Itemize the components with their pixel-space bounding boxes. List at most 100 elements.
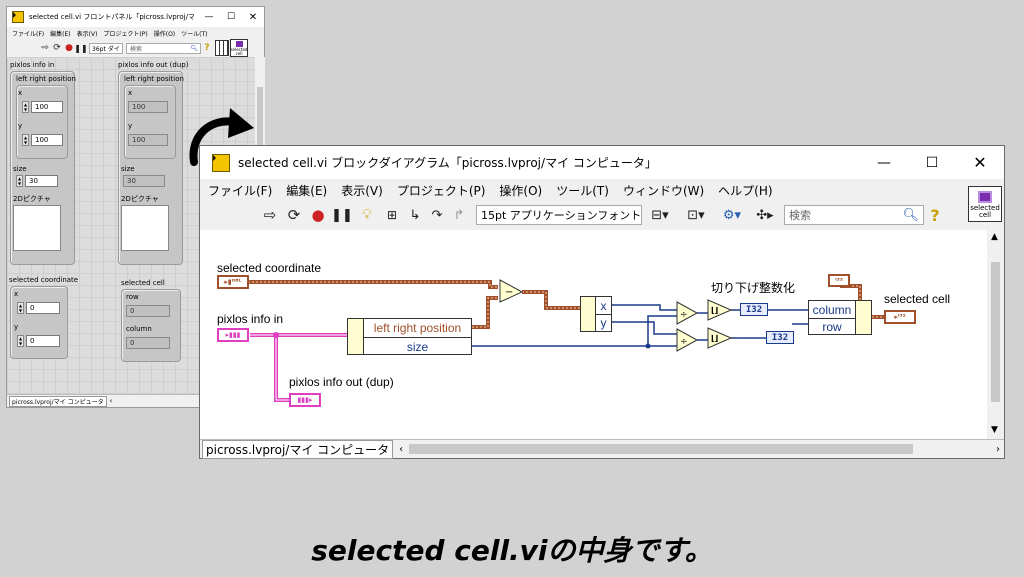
sc-x-field[interactable]: 0 <box>26 302 60 314</box>
y-element: y <box>600 316 607 330</box>
bd-menubar: ファイル(F) 編集(E) 表示(V) プロジェクト(P) 操作(O) ツール(… <box>200 179 1004 202</box>
retain-wire-values-icon[interactable]: ⊞ <box>380 208 404 222</box>
scroll-down-icon[interactable]: ▼ <box>991 425 998 435</box>
search-icon[interactable]: 🔍︎ <box>902 208 919 223</box>
search-icon[interactable]: 🔍︎ <box>190 45 198 52</box>
bd-window-title: selected cell.vi ブロックダイアグラム「picross.lvpr… <box>238 156 657 170</box>
maximize-button[interactable]: ☐ <box>220 12 242 23</box>
scroll-right-icon[interactable]: › <box>996 444 1000 455</box>
bd-statusbar: picross.lvproj/マイ コンピュータ ‹ › <box>200 439 1004 459</box>
wire-size-to-div1 <box>647 315 677 346</box>
minimize-button[interactable]: — <box>198 12 220 23</box>
run-continuously-icon[interactable]: ⟳ <box>282 206 306 224</box>
bundle-cell-node[interactable]: column row <box>808 300 872 335</box>
minimize-button[interactable]: — <box>860 153 908 172</box>
fp-titlebar[interactable]: selected cell.vi フロントパネル「picross.lvproj/… <box>7 7 264 27</box>
to-i32-node-1[interactable]: I32 <box>740 303 768 316</box>
menu-tools[interactable]: ツール(T) <box>181 29 207 38</box>
highlight-execution-icon[interactable]: 💡︎ <box>354 207 380 223</box>
fp-scroll-left-icon[interactable]: ‹ <box>110 397 113 405</box>
close-button[interactable]: ✕ <box>242 12 264 23</box>
size-out-indicator: 30 <box>123 175 165 187</box>
picture-in-box[interactable] <box>13 205 61 251</box>
y-in-field[interactable]: 100 <box>31 134 63 146</box>
fp-search-input[interactable]: 検索 🔍︎ <box>126 42 201 54</box>
x-out-indicator: 100 <box>128 101 168 113</box>
menu-operate[interactable]: 操作(O) <box>154 29 175 38</box>
bd-vi-icon[interactable]: selected cell <box>968 186 1002 222</box>
run-continuously-icon[interactable]: ⟳ <box>51 43 63 53</box>
sc-y-field[interactable]: 0 <box>26 335 60 347</box>
abort-icon[interactable]: ● <box>63 43 75 53</box>
selected-coordinate-terminal[interactable]: ▸▮ᴰᴮᴸ <box>217 275 249 289</box>
pixlos-in-label: pixlos info in <box>10 61 55 69</box>
run-arrow-icon[interactable]: ⇨ <box>39 43 51 53</box>
pixlos-out-label: pixlos info out (dup) <box>118 61 189 69</box>
menu-file[interactable]: ファイル(F) <box>12 29 44 38</box>
align-objects-icon[interactable]: ⊟▾ <box>642 208 678 223</box>
menu-operate[interactable]: 操作(O) <box>499 182 542 199</box>
column-label: column <box>126 325 152 333</box>
bd-vscroll-thumb[interactable] <box>991 262 1000 402</box>
fp-font-combo[interactable]: 36pt ダイ <box>89 42 123 54</box>
pause-icon[interactable]: ❚❚ <box>74 44 87 53</box>
bd-search-input[interactable]: 検索 🔍︎ <box>784 205 924 225</box>
menu-view[interactable]: 表示(V) <box>77 29 98 38</box>
size-in-label: size <box>13 165 27 173</box>
menu-tools[interactable]: ツール(T) <box>556 182 609 199</box>
cell-constant-terminal[interactable]: ᴵ³² <box>828 274 850 287</box>
lrp-in-label: left right position <box>16 75 76 83</box>
maximize-button[interactable]: ☐ <box>908 153 956 172</box>
scroll-up-icon[interactable]: ▲ <box>991 232 998 242</box>
abort-icon[interactable]: ● <box>306 206 330 224</box>
selected-coordinate-label: selected coordinate <box>217 261 322 275</box>
bd-canvas[interactable]: − ÷ ÷ ⌊⌋ ⌊⌋ selected coordinate ▸▮ᴰᴮᴸ pi… <box>200 230 987 439</box>
bd-hscroll-thumb[interactable] <box>409 444 914 454</box>
size-in-field[interactable]: 30 <box>25 175 58 187</box>
bd-font-combo[interactable]: 15pt アプリケーションフォント ▼ <box>476 205 642 225</box>
help-icon[interactable]: ? <box>924 206 946 225</box>
help-icon[interactable]: ? <box>201 43 213 53</box>
sc-y-stepper[interactable]: ▲ ▼ <box>17 335 24 347</box>
menu-file[interactable]: ファイル(F) <box>208 182 272 199</box>
pixlos-in-terminal[interactable]: ▸▮▮▮ <box>217 328 249 342</box>
pixlos-in-label: pixlos info in <box>217 312 284 326</box>
step-into-icon[interactable]: ↳ <box>404 208 426 223</box>
sc-x-stepper[interactable]: ▲ ▼ <box>17 302 24 314</box>
x-in-field[interactable]: 100 <box>31 101 63 113</box>
step-out-icon[interactable]: ↱ <box>448 208 470 223</box>
unbundle-xy-node[interactable]: x y <box>580 296 612 332</box>
step-over-icon[interactable]: ↷ <box>426 208 448 223</box>
menu-help[interactable]: ヘルプ(H) <box>718 182 772 199</box>
menu-project[interactable]: プロジェクト(P) <box>397 182 486 199</box>
y-in-stepper[interactable]: ▲ ▼ <box>22 134 29 146</box>
menu-edit[interactable]: 編集(E) <box>50 29 70 38</box>
selected-cell-terminal: ▸ᴵ³² <box>884 310 916 324</box>
svg-text:÷: ÷ <box>680 310 688 320</box>
bd-vertical-scrollbar[interactable]: ▲ ▼ <box>987 230 1004 439</box>
scroll-left-icon[interactable]: ‹ <box>399 444 403 455</box>
reorder-icon[interactable]: ⚙︎▾ <box>714 208 750 223</box>
cleanup-diagram-icon[interactable]: ✣▸ <box>750 208 780 223</box>
size-in-stepper[interactable]: ▲ ▼ <box>16 175 23 187</box>
selected-coordinate-cluster[interactable] <box>10 286 68 359</box>
to-i32-node-2[interactable]: I32 <box>766 331 794 344</box>
menu-view[interactable]: 表示(V) <box>341 182 383 199</box>
menu-project[interactable]: プロジェクト(P) <box>103 29 147 38</box>
fp-status-path: picross.lvproj/マイ コンピュータ <box>9 395 107 407</box>
vi-icon[interactable]: selected cell <box>230 39 248 57</box>
unbundle-pixlos-node[interactable]: left right position size <box>347 318 472 355</box>
menu-window[interactable]: ウィンドウ(W) <box>623 182 704 199</box>
connector-pane-icon[interactable] <box>215 40 229 56</box>
run-arrow-icon[interactable]: ⇨ <box>258 206 282 224</box>
selected-coordinate-label: selected coordinate <box>9 276 79 284</box>
distribute-objects-icon[interactable]: ⊡▾ <box>678 208 714 223</box>
picture-out-label: 2Dピクチャ <box>121 195 159 203</box>
bd-titlebar[interactable]: selected cell.vi ブロックダイアグラム「picross.lvpr… <box>200 146 1004 179</box>
close-button[interactable]: ✕ <box>956 153 1004 172</box>
x-in-stepper[interactable]: ▲ ▼ <box>22 101 29 113</box>
size-out-label: size <box>121 165 135 173</box>
pause-icon[interactable]: ❚❚ <box>330 208 354 223</box>
menu-edit[interactable]: 編集(E) <box>286 182 327 199</box>
lrp-in-cluster[interactable] <box>16 85 68 159</box>
